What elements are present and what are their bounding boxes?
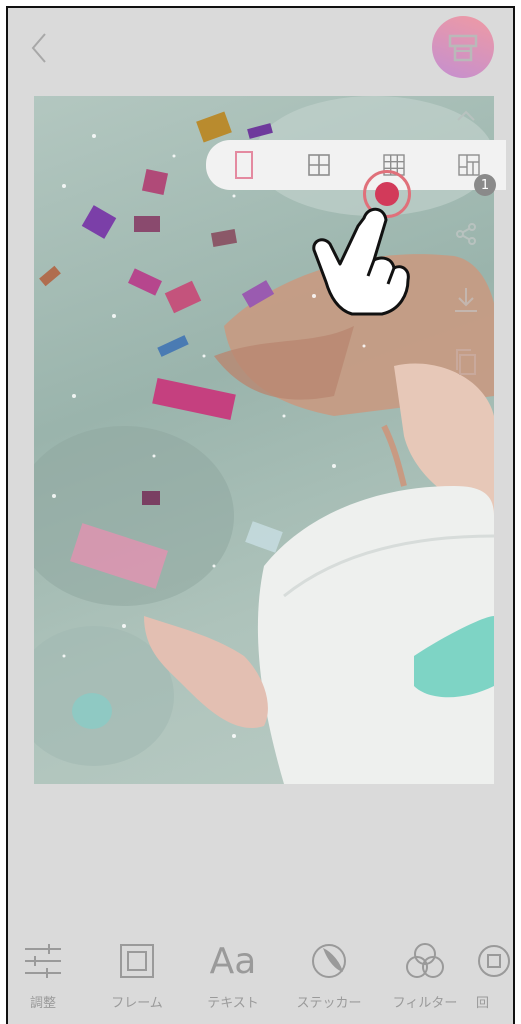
share-button[interactable]	[448, 216, 484, 252]
share-icon	[456, 223, 476, 245]
tool-adjust[interactable]: 調整	[8, 928, 88, 1024]
sliders-icon	[25, 944, 61, 978]
layout-picker	[206, 140, 506, 190]
edit-toolbar: 調整 フレーム Aa テキスト ステッカー フィルター 回	[8, 928, 513, 1024]
print-button[interactable]	[432, 16, 494, 78]
download-icon	[455, 288, 477, 312]
tool-filter[interactable]: フィルター	[380, 928, 470, 1024]
tool-label: フィルター	[392, 996, 458, 1011]
tool-label: フレーム	[111, 996, 163, 1011]
frame-icon	[120, 944, 154, 978]
copy-button[interactable]	[448, 344, 484, 380]
chevron-up-icon	[457, 110, 475, 121]
grid-2x2-icon	[307, 154, 330, 176]
single-frame-icon	[234, 151, 253, 179]
sticker-icon	[312, 944, 346, 978]
copy-icon	[456, 349, 476, 375]
chevron-left-icon	[31, 33, 46, 63]
layout-single[interactable]	[206, 140, 281, 190]
filter-icon	[406, 943, 444, 978]
printer-icon	[448, 34, 478, 62]
tool-label: テキスト	[207, 996, 259, 1011]
pointing-hand-icon	[312, 207, 410, 316]
tool-label: 回	[476, 996, 490, 1011]
app-screen: 1 調整 フレーム Aa テキスト ステッカー フィルター 回	[6, 6, 515, 1024]
count-badge: 1	[474, 174, 496, 196]
tool-frame[interactable]: フレーム	[92, 928, 182, 1024]
photo-image	[34, 96, 494, 784]
tool-text[interactable]: Aa テキスト	[188, 928, 278, 1024]
collapse-button[interactable]	[448, 98, 484, 134]
text-icon: Aa	[209, 940, 257, 982]
mosaic-grid-icon	[457, 154, 480, 176]
rotate-icon	[478, 945, 510, 977]
layout-grid-2x2[interactable]	[281, 140, 356, 190]
tool-label: ステッカー	[296, 996, 362, 1011]
download-button[interactable]	[448, 282, 484, 318]
tool-sticker[interactable]: ステッカー	[284, 928, 374, 1024]
photo-preview[interactable]	[34, 96, 494, 784]
back-button[interactable]	[24, 28, 54, 68]
tool-rotate[interactable]: 回	[476, 928, 513, 1024]
tool-label: 調整	[29, 996, 56, 1011]
